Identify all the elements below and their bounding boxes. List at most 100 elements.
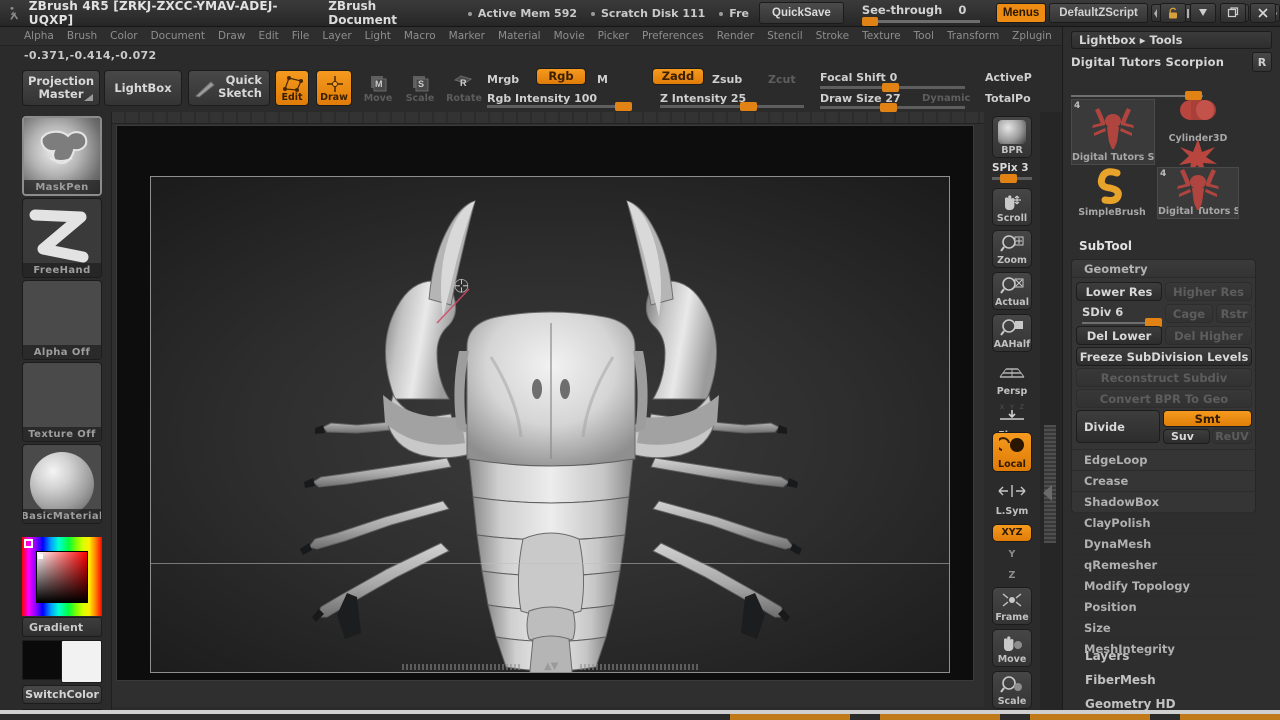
aahalf-button[interactable]: AAHalf: [992, 314, 1032, 352]
menu-item-render[interactable]: Render: [711, 28, 760, 44]
secondary-color-swatch[interactable]: [61, 640, 102, 683]
zscript-button[interactable]: DefaultZScript: [1049, 3, 1148, 23]
panel-collapse-arrow-icon[interactable]: [1043, 485, 1052, 501]
menu-item-brush[interactable]: Brush: [61, 28, 103, 44]
menu-item-preferences[interactable]: Preferences: [636, 28, 710, 44]
z-axis-button[interactable]: Z: [992, 566, 1032, 586]
menu-item-picker[interactable]: Picker: [592, 28, 635, 44]
material-swatch[interactable]: BasicMaterial: [22, 444, 102, 524]
quick-sketch-button[interactable]: Quick Sketch: [188, 70, 270, 106]
see-through-knob[interactable]: [861, 17, 878, 26]
rgb-button[interactable]: Rgb: [536, 68, 586, 85]
geometry-row-edgeloop[interactable]: EdgeLoop: [1072, 449, 1257, 470]
zsub-button[interactable]: Zsub: [712, 73, 742, 86]
reuv-button[interactable]: ReUV: [1212, 429, 1252, 444]
del-lower-button[interactable]: Del Lower: [1076, 326, 1162, 345]
switch-color-button[interactable]: SwitchColor: [22, 685, 102, 704]
frame-button[interactable]: Frame: [992, 587, 1032, 625]
menu-item-texture[interactable]: Texture: [856, 28, 906, 44]
color-picker[interactable]: [22, 537, 102, 616]
xyz-symmetry-button[interactable]: XYZ: [992, 524, 1032, 542]
menu-item-movie[interactable]: Movie: [548, 28, 591, 44]
local-button[interactable]: Local: [992, 432, 1032, 472]
move-mode-button[interactable]: M Move: [360, 70, 396, 106]
nav-move-button[interactable]: Move: [992, 629, 1032, 667]
menus-toggle-button[interactable]: Menus: [995, 3, 1047, 23]
brush-swatch[interactable]: MaskPen: [22, 116, 102, 196]
zadd-button[interactable]: Zadd: [652, 68, 704, 85]
tool-r-button[interactable]: R: [1252, 52, 1272, 72]
lightbox-button[interactable]: LightBox: [104, 70, 182, 106]
m-button[interactable]: M: [597, 73, 608, 86]
menu-item-zplugin[interactable]: Zplugin: [1006, 28, 1058, 44]
tool-thumbnail-0[interactable]: 4Digital Tutors Sco: [1071, 99, 1155, 165]
document-scrollbar[interactable]: ▲▼: [121, 661, 979, 672]
scrollbar-arrows-icon[interactable]: ▲▼: [544, 661, 558, 672]
close-icon[interactable]: [1250, 3, 1276, 23]
projection-master-button[interactable]: Projection Master: [22, 70, 100, 106]
panel-section-fibermesh[interactable]: FiberMesh: [1071, 669, 1271, 690]
actual-button[interactable]: Actual: [992, 272, 1032, 310]
sdiv-slider[interactable]: [1082, 318, 1162, 327]
tool-thumbnail-4[interactable]: SimpleBrush: [1071, 167, 1153, 219]
menu-item-draw[interactable]: Draw: [212, 28, 251, 44]
edit-mode-button[interactable]: Edit: [275, 70, 309, 106]
y-axis-button[interactable]: Y: [992, 545, 1032, 565]
higher-res-button[interactable]: Higher Res: [1165, 282, 1252, 301]
menu-item-transform[interactable]: Transform: [941, 28, 1005, 44]
geometry-row-position[interactable]: Position: [1072, 596, 1257, 617]
alpha-swatch[interactable]: Alpha Off: [22, 280, 102, 360]
restore-icon[interactable]: [1220, 3, 1246, 23]
del-higher-button[interactable]: Del Higher: [1165, 326, 1252, 345]
panel-scroll-thumb[interactable]: [1044, 425, 1056, 543]
bpr-button[interactable]: BPR: [992, 116, 1032, 158]
primary-color-swatch[interactable]: [22, 640, 62, 680]
scroll-button[interactable]: Scroll: [992, 188, 1032, 226]
zcut-button[interactable]: Zcut: [768, 73, 796, 86]
scrollbar-track-left[interactable]: [402, 664, 520, 670]
menu-item-stroke[interactable]: Stroke: [810, 28, 855, 44]
geometry-row-claypolish[interactable]: ClayPolish: [1072, 512, 1257, 533]
z-intensity-slider[interactable]: [660, 101, 804, 111]
menu-item-alpha[interactable]: Alpha: [18, 28, 60, 44]
reconstruct-subdiv-button[interactable]: Reconstruct Subdiv: [1076, 368, 1252, 387]
menu-item-edit[interactable]: Edit: [252, 28, 284, 44]
breadcrumb[interactable]: Lightbox ▸ Tools: [1071, 31, 1272, 49]
dynamic-toggle[interactable]: Dynamic: [922, 93, 970, 104]
stroke-swatch[interactable]: FreeHand: [22, 198, 102, 278]
scrollbar-track-right[interactable]: [580, 664, 698, 670]
menu-item-macro[interactable]: Macro: [398, 28, 442, 44]
suv-button[interactable]: Suv: [1163, 429, 1210, 444]
nav-scale-button[interactable]: Scale: [992, 671, 1032, 709]
geometry-row-qremesher[interactable]: qRemesher: [1072, 554, 1257, 575]
texture-swatch[interactable]: Texture Off: [22, 362, 102, 442]
minimize-icon[interactable]: [1190, 3, 1216, 23]
menu-item-document[interactable]: Document: [145, 28, 211, 44]
rotate-mode-button[interactable]: R Rotate: [444, 70, 484, 106]
subtool-section-title[interactable]: SubTool: [1063, 235, 1280, 257]
rstr-button[interactable]: Rstr: [1216, 304, 1252, 323]
geometry-row-crease[interactable]: Crease: [1072, 470, 1257, 491]
menu-item-material[interactable]: Material: [492, 28, 547, 44]
menu-item-color[interactable]: Color: [104, 28, 143, 44]
zbrush-document[interactable]: ▲▼: [116, 125, 974, 681]
draw-size-slider[interactable]: [820, 102, 965, 112]
geometry-row-shadowbox[interactable]: ShadowBox: [1072, 491, 1257, 512]
menu-item-tool[interactable]: Tool: [908, 28, 940, 44]
quicksave-button[interactable]: QuickSave: [759, 2, 844, 24]
convert-bpr-to-geo-button[interactable]: Convert BPR To Geo: [1076, 389, 1252, 408]
cage-button[interactable]: Cage: [1165, 304, 1213, 323]
see-through-slider[interactable]: See-through 0: [861, 3, 980, 26]
mrgb-button[interactable]: Mrgb: [487, 73, 519, 86]
draw-mode-button[interactable]: Draw: [316, 70, 352, 106]
menu-item-file[interactable]: File: [286, 28, 316, 44]
divide-button[interactable]: Divide: [1076, 410, 1160, 443]
lock-icon[interactable]: [1160, 3, 1186, 23]
tool-thumbnail-5[interactable]: 4Digital Tutors Sco: [1157, 167, 1239, 219]
menu-item-light[interactable]: Light: [359, 28, 397, 44]
panel-section-layers[interactable]: Layers: [1071, 645, 1271, 666]
gradient-button[interactable]: Gradient: [22, 617, 102, 637]
persp-button[interactable]: Persp: [992, 360, 1032, 398]
lsym-button[interactable]: L.Sym: [992, 480, 1032, 518]
smt-button[interactable]: Smt: [1163, 410, 1252, 427]
